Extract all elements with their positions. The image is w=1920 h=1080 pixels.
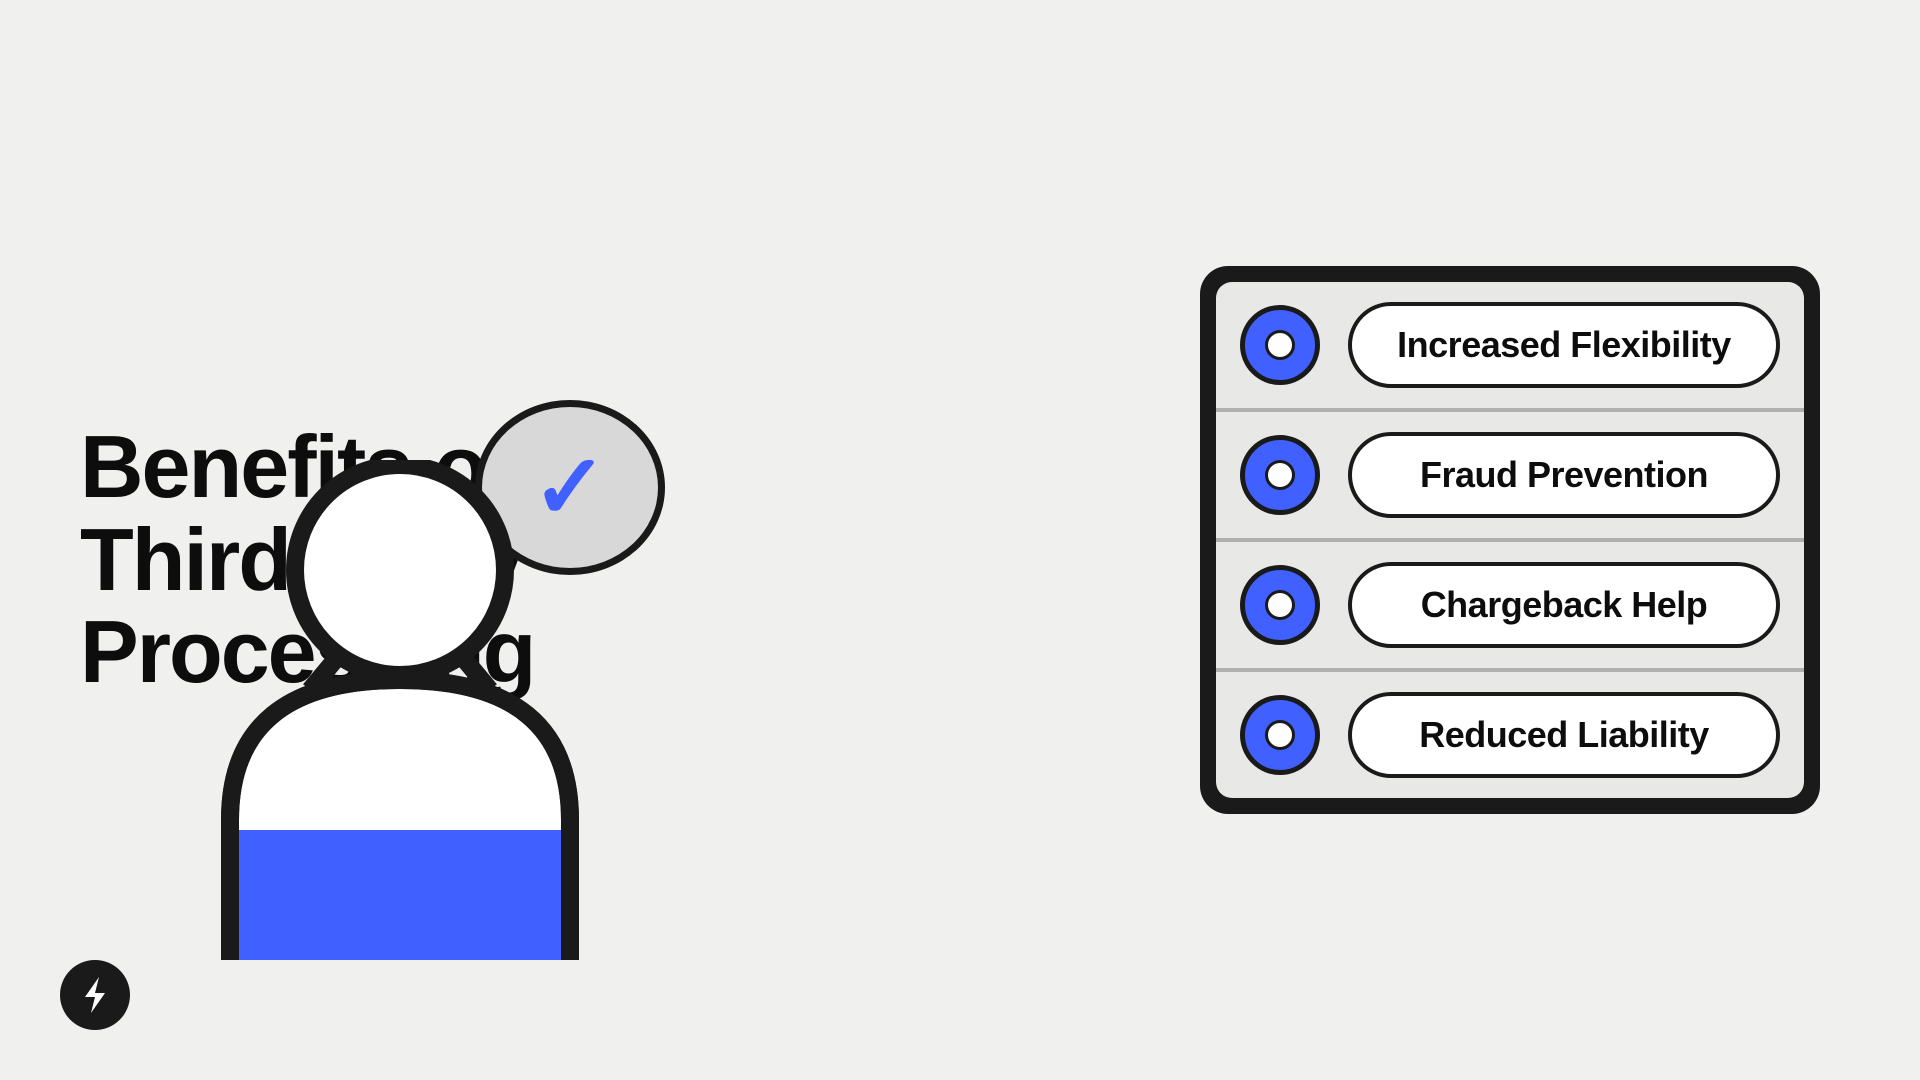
benefit-label-box-chargeback: Chargeback Help: [1348, 562, 1780, 648]
benefit-label-liability: Reduced Liability: [1419, 714, 1709, 756]
benefit-row-liability: Reduced Liability: [1216, 672, 1804, 798]
benefit-label-chargeback: Chargeback Help: [1421, 584, 1708, 626]
benefit-label-box-fraud: Fraud Prevention: [1348, 432, 1780, 518]
person-illustration: [180, 460, 620, 960]
left-section: Benefits of Third Party Processing ✓: [80, 60, 1180, 1020]
benefit-icon-chargeback: [1240, 565, 1320, 645]
bolt-logo-icon: [75, 975, 115, 1015]
benefit-row-flexibility: Increased Flexibility: [1216, 282, 1804, 412]
benefit-row-fraud: Fraud Prevention: [1216, 412, 1804, 542]
benefit-icon-flexibility: [1240, 305, 1320, 385]
benefit-icon-fraud: [1240, 435, 1320, 515]
benefit-label-fraud: Fraud Prevention: [1420, 454, 1708, 496]
benefit-label-flexibility: Increased Flexibility: [1397, 324, 1731, 366]
benefit-row-chargeback: Chargeback Help: [1216, 542, 1804, 672]
benefit-label-box-liability: Reduced Liability: [1348, 692, 1780, 778]
figure-area: ✓: [180, 420, 620, 960]
right-section: Increased Flexibility Fraud Prevention C…: [1180, 266, 1840, 814]
benefit-label-box-flexibility: Increased Flexibility: [1348, 302, 1780, 388]
page-container: Benefits of Third Party Processing ✓: [0, 0, 1920, 1080]
benefits-container: Increased Flexibility Fraud Prevention C…: [1200, 266, 1820, 814]
logo-area: [60, 960, 130, 1030]
benefit-icon-liability: [1240, 695, 1320, 775]
logo-circle: [60, 960, 130, 1030]
